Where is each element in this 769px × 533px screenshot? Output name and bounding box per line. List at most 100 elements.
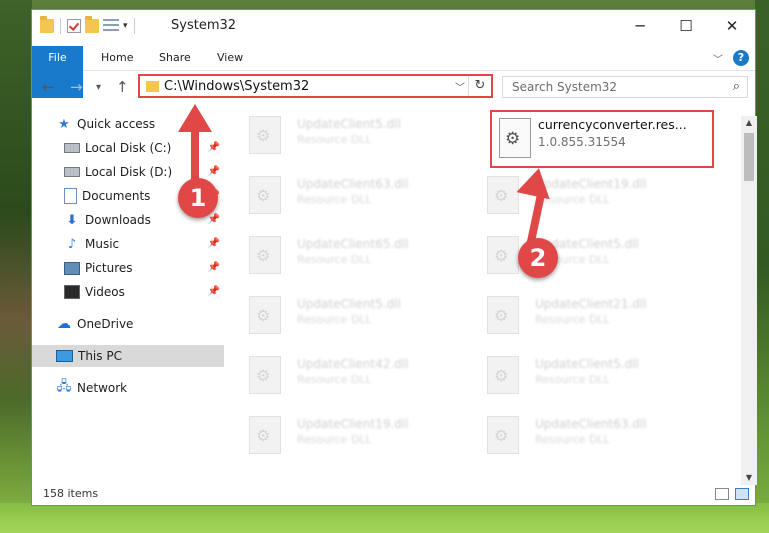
dll-file-icon — [249, 176, 281, 214]
recent-locations-icon[interactable]: ▾ — [96, 82, 101, 93]
details-view-icon[interactable] — [715, 488, 729, 500]
folder-icon — [146, 81, 159, 92]
vertical-scrollbar[interactable]: ▲ ▼ — [741, 116, 757, 485]
tab-home[interactable]: Home — [101, 46, 133, 70]
title-bar: ▾ System32 ─ ☐ ✕ — [32, 10, 755, 42]
pin-icon[interactable]: 📌 — [208, 214, 220, 225]
background-grass — [0, 503, 769, 533]
list-item[interactable]: UpdateClient21.dll Resource DLL — [465, 289, 665, 341]
file-name: UpdateClient5.dll — [297, 297, 401, 311]
drive-icon — [64, 143, 80, 153]
dll-file-icon — [249, 296, 281, 334]
scroll-down-icon[interactable]: ▼ — [741, 471, 757, 485]
sidebar-item-this-pc[interactable]: This PC — [32, 345, 224, 367]
sidebar-item-pictures[interactable]: Pictures 📌 — [32, 257, 224, 279]
list-item[interactable]: UpdateClient19.dll Resource DLL — [465, 169, 665, 221]
dll-file-icon — [499, 118, 531, 158]
file-type: Resource DLL — [297, 253, 372, 266]
pin-icon[interactable]: 📌 — [208, 142, 220, 153]
dll-file-icon — [487, 356, 519, 394]
tab-share[interactable]: Share — [159, 46, 191, 70]
folder-icon[interactable] — [40, 16, 54, 33]
back-arrow-icon[interactable]: ← — [42, 78, 55, 96]
file-name: UpdateClient5.dll — [535, 357, 639, 371]
dll-file-icon — [249, 116, 281, 154]
file-type: Resource DLL — [297, 313, 372, 326]
file-name: currencyconverter.res... — [538, 117, 687, 132]
up-arrow-icon[interactable]: ↑ — [116, 78, 129, 96]
large-icons-view-icon[interactable] — [735, 488, 749, 500]
list-item[interactable]: UpdateClient5.dll Resource DLL — [465, 229, 665, 281]
sidebar-item-label: Local Disk (C:) — [85, 141, 172, 155]
dll-file-icon — [249, 356, 281, 394]
list-item[interactable]: UpdateClient19.dll Resource DLL — [227, 409, 427, 461]
minimize-button[interactable]: ─ — [617, 10, 663, 42]
file-type: Resource DLL — [535, 313, 610, 326]
list-item[interactable]: UpdateClient42.dll Resource DLL — [227, 349, 427, 401]
file-type: Resource DLL — [535, 433, 610, 446]
list-item[interactable]: UpdateClient63.dll Resource DLL — [465, 409, 665, 461]
sidebar-item-label: OneDrive — [77, 317, 134, 331]
sidebar-item-label: Documents — [82, 189, 151, 203]
address-dropdown-icon[interactable]: ﹀ — [455, 79, 465, 94]
address-path[interactable]: C:\Windows\System32 — [164, 79, 309, 94]
dll-file-icon — [249, 236, 281, 274]
file-type: Resource DLL — [297, 373, 372, 386]
list-item[interactable]: UpdateClient5.dll Resource DLL — [465, 349, 665, 401]
pictures-icon — [64, 261, 80, 275]
pin-icon[interactable]: 📌 — [208, 238, 220, 249]
list-item[interactable]: UpdateClient63.dll Resource DLL — [227, 169, 427, 221]
divider — [60, 18, 61, 34]
scroll-up-icon[interactable]: ▲ — [741, 116, 757, 130]
file-name: UpdateClient42.dll — [297, 357, 409, 371]
close-button[interactable]: ✕ — [709, 10, 755, 42]
properties-check-icon[interactable] — [67, 19, 81, 33]
dll-file-icon — [249, 416, 281, 454]
sidebar-item-music[interactable]: ♪ Music 📌 — [32, 233, 224, 255]
forward-arrow-icon[interactable]: → — [70, 78, 83, 96]
sidebar-item-label: Videos — [85, 285, 125, 299]
list-item[interactable]: UpdateClient65.dll Resource DLL — [227, 229, 427, 281]
customize-toolbar-icon[interactable] — [103, 19, 119, 33]
music-icon: ♪ — [67, 236, 77, 252]
search-input[interactable]: Search System32 ⌕ — [502, 76, 748, 98]
search-icon[interactable]: ⌕ — [733, 79, 740, 94]
pin-icon[interactable]: 📌 — [208, 286, 220, 297]
address-bar[interactable]: C:\Windows\System32 ﹀ ↻ — [138, 74, 493, 98]
tab-view[interactable]: View — [217, 46, 243, 70]
expand-ribbon-icon[interactable]: ﹀ — [713, 51, 723, 66]
maximize-button[interactable]: ☐ — [663, 10, 709, 42]
help-icon[interactable]: ? — [733, 50, 749, 66]
window-controls: ─ ☐ ✕ — [617, 10, 755, 42]
pin-icon[interactable]: 📌 — [208, 262, 220, 273]
pin-icon[interactable]: 📌 — [208, 166, 220, 177]
file-name: UpdateClient63.dll — [535, 417, 647, 431]
pc-icon — [56, 350, 73, 362]
sidebar-item-videos[interactable]: Videos 📌 — [32, 281, 224, 303]
sidebar-item-label: Local Disk (D:) — [85, 165, 173, 179]
background-foliage-left — [0, 0, 32, 533]
sidebar-item-onedrive[interactable]: ☁ OneDrive — [32, 313, 224, 335]
refresh-icon[interactable]: ↻ — [468, 76, 491, 96]
new-folder-icon[interactable] — [85, 16, 99, 33]
sidebar-item-label: Pictures — [85, 261, 133, 275]
list-item[interactable]: UpdateClient5.dll Resource DLL — [227, 289, 427, 341]
file-type: Resource DLL — [535, 373, 610, 386]
list-item[interactable]: UpdateClient5.dll Resource DLL — [227, 109, 427, 161]
file-type: Resource DLL — [297, 193, 372, 206]
sidebar-item-network[interactable]: 🖧 Network — [32, 377, 224, 399]
status-bar: 158 items — [32, 484, 755, 506]
annotation-badge-2: 2 — [518, 238, 558, 278]
scroll-thumb[interactable] — [744, 133, 754, 181]
file-name: UpdateClient5.dll — [297, 117, 401, 131]
explorer-window: ▾ System32 ─ ☐ ✕ File Home Share View ﹀ … — [31, 9, 757, 506]
chevron-down-icon[interactable]: ▾ — [123, 21, 128, 31]
window-title: System32 — [171, 18, 237, 33]
drive-icon — [64, 167, 80, 177]
highlighted-file-item[interactable]: currencyconverter.res... 1.0.855.31554 — [490, 110, 714, 168]
dll-file-icon — [487, 296, 519, 334]
sidebar-item-label: Music — [85, 237, 120, 251]
documents-icon — [64, 188, 77, 204]
navigation-bar: ← → ▾ ↑ C:\Windows\System32 ﹀ ↻ Search S… — [32, 73, 755, 103]
cloud-icon: ☁ — [57, 316, 71, 332]
